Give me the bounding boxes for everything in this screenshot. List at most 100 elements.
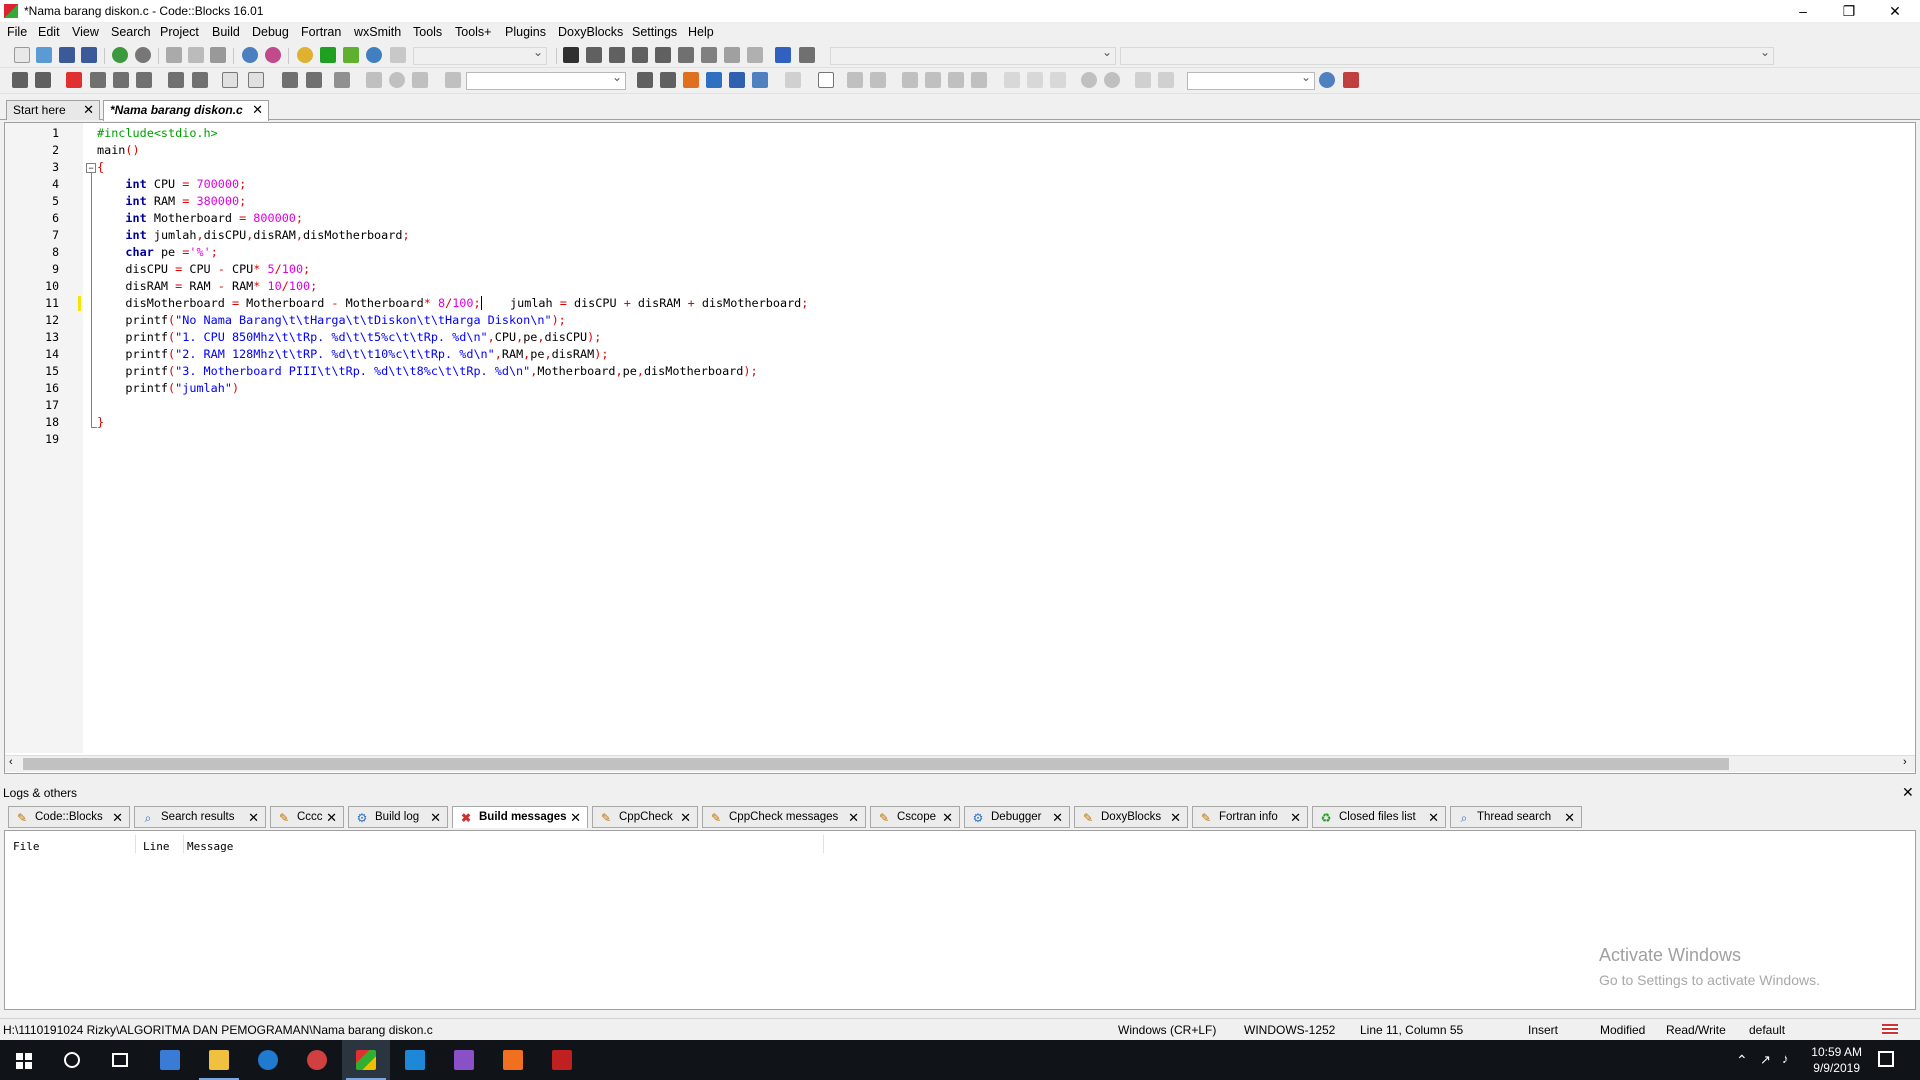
frame-icon[interactable] xyxy=(818,72,834,88)
code-completion-function-select[interactable] xyxy=(1120,45,1774,65)
volume-icon[interactable]: ♪ xyxy=(1782,1051,1789,1066)
build-target-select[interactable] xyxy=(413,45,547,65)
tab-codeblocks-log[interactable]: ✎ Code::Blocks ✕ xyxy=(8,806,130,828)
close-tab-icon[interactable]: ✕ xyxy=(1428,810,1439,826)
network-icon[interactable]: ↗ xyxy=(1760,1052,1771,1068)
app-taskbar-button[interactable] xyxy=(293,1040,341,1080)
tab-build-log[interactable]: ⚙ Build log ✕ xyxy=(348,806,448,828)
vscode-taskbar-button[interactable] xyxy=(391,1040,439,1080)
step-instruction-icon[interactable] xyxy=(701,47,717,63)
style-c-icon[interactable] xyxy=(1158,72,1174,88)
column-divider[interactable] xyxy=(135,835,136,853)
regex-icon[interactable] xyxy=(752,72,768,88)
copy-icon[interactable] xyxy=(188,47,204,63)
tab-nama-barang-diskon[interactable]: *Nama barang diskon.c ✕ xyxy=(103,100,269,121)
close-tab-icon[interactable]: ✕ xyxy=(1290,810,1301,826)
tab-cccc[interactable]: ✎ Cccc ✕ xyxy=(270,806,344,828)
close-tab-icon[interactable]: ✕ xyxy=(570,810,581,826)
menu-settings[interactable]: Settings xyxy=(632,25,677,39)
undo-icon[interactable] xyxy=(112,47,128,63)
run-to-cursor-icon[interactable] xyxy=(586,47,602,63)
close-logs-icon[interactable]: ✕ xyxy=(1902,784,1914,801)
column-header-message[interactable]: Message xyxy=(187,840,233,853)
open-file-icon[interactable] xyxy=(36,47,52,63)
codeblocks-taskbar-button[interactable] xyxy=(342,1040,390,1080)
zoom-out-icon[interactable] xyxy=(1104,72,1120,88)
menu-debug[interactable]: Debug xyxy=(252,25,289,39)
menu-wxsmith[interactable]: wxSmith xyxy=(354,25,401,39)
match-case-icon[interactable] xyxy=(729,72,745,88)
menu-build[interactable]: Build xyxy=(212,25,240,39)
image-icon[interactable] xyxy=(847,72,863,88)
tab-build-messages[interactable]: ✖ Build messages ✕ xyxy=(452,806,588,828)
close-tab-icon[interactable]: ✕ xyxy=(1170,810,1181,826)
close-tab-icon[interactable]: ✕ xyxy=(1564,810,1575,826)
code-completion-scope-select[interactable] xyxy=(830,45,1116,65)
restore-button[interactable]: ❐ xyxy=(1826,0,1872,22)
tab-closed-files-list[interactable]: ♻ Closed files list ✕ xyxy=(1312,806,1446,828)
close-tab-icon[interactable]: ✕ xyxy=(680,810,691,826)
layout-icon-2[interactable] xyxy=(925,72,941,88)
bookmark-toggle-icon[interactable] xyxy=(66,72,82,88)
xampp-taskbar-button[interactable] xyxy=(489,1040,537,1080)
layout-icon-4[interactable] xyxy=(971,72,987,88)
find-prev-icon[interactable] xyxy=(637,72,653,88)
toggle-comment-icon[interactable] xyxy=(282,72,298,88)
tab-start-here[interactable]: Start here ✕ xyxy=(6,100,100,120)
tab-fortran-info[interactable]: ✎ Fortran info ✕ xyxy=(1192,806,1308,828)
forward-arrow-icon[interactable] xyxy=(35,72,51,88)
scroll-right-icon[interactable]: › xyxy=(1903,756,1907,768)
close-button[interactable]: ✕ xyxy=(1872,0,1918,22)
rebuild-icon[interactable] xyxy=(366,47,382,63)
visual-studio-taskbar-button[interactable] xyxy=(440,1040,488,1080)
back-arrow-icon[interactable] xyxy=(12,72,28,88)
tab-search-results[interactable]: ⌕ Search results ✕ xyxy=(134,806,266,828)
close-tab-icon[interactable]: ✕ xyxy=(112,810,123,826)
debug-info-icon[interactable] xyxy=(799,47,815,63)
close-tab-icon[interactable]: ✕ xyxy=(848,810,859,826)
column-divider[interactable] xyxy=(823,835,824,853)
task-view-button[interactable] xyxy=(96,1040,144,1080)
debug-start-icon[interactable] xyxy=(563,47,579,63)
search-taskbar-button[interactable] xyxy=(48,1040,96,1080)
layout-icon-7[interactable] xyxy=(1050,72,1066,88)
select-occurrence-icon[interactable] xyxy=(706,72,722,88)
pointer-icon[interactable] xyxy=(785,72,801,88)
debug-windows-icon[interactable] xyxy=(775,47,791,63)
cut-icon[interactable] xyxy=(166,47,182,63)
close-tab-icon[interactable]: ✕ xyxy=(326,810,337,826)
run-icon[interactable] xyxy=(320,47,336,63)
close-tab-icon[interactable]: ✕ xyxy=(83,102,94,118)
new-file-icon[interactable] xyxy=(14,47,30,63)
layout-icon-3[interactable] xyxy=(948,72,964,88)
scroll-left-icon[interactable]: ‹ xyxy=(9,756,13,768)
taskbar-clock[interactable]: 10:59 AM 9/9/2019 xyxy=(1811,1044,1862,1076)
search-select[interactable] xyxy=(1187,70,1315,90)
wrench-icon[interactable] xyxy=(334,72,350,88)
style-s-icon[interactable] xyxy=(1135,72,1151,88)
notifications-icon[interactable] xyxy=(1878,1051,1894,1067)
next-instruction-icon[interactable] xyxy=(678,47,694,63)
column-divider[interactable] xyxy=(183,835,184,853)
menu-view[interactable]: View xyxy=(72,25,99,39)
start-button[interactable] xyxy=(0,1040,48,1080)
text-icon[interactable] xyxy=(870,72,886,88)
clear-icon[interactable] xyxy=(445,72,461,88)
minimize-button[interactable]: – xyxy=(1780,0,1826,22)
tab-cscope[interactable]: ✎ Cscope ✕ xyxy=(870,806,960,828)
tab-doxyblocks[interactable]: ✎ DoxyBlocks ✕ xyxy=(1074,806,1188,828)
stop-debug-icon[interactable] xyxy=(747,47,763,63)
save-icon[interactable] xyxy=(59,47,75,63)
stream-comment-icon[interactable] xyxy=(306,72,322,88)
find-next-icon[interactable] xyxy=(660,72,676,88)
horizontal-scrollbar[interactable]: ‹ › xyxy=(5,755,1915,772)
menu-doxyblocks[interactable]: DoxyBlocks xyxy=(558,25,623,39)
tab-cppcheck[interactable]: ✎ CppCheck ✕ xyxy=(592,806,698,828)
uncomment-icon[interactable] xyxy=(248,72,264,88)
replace-icon[interactable] xyxy=(265,47,281,63)
edge-taskbar-button[interactable] xyxy=(244,1040,292,1080)
highlight-icon[interactable] xyxy=(683,72,699,88)
us-flag-icon[interactable] xyxy=(1882,1024,1898,1035)
close-tab-icon[interactable]: ✕ xyxy=(430,810,441,826)
close-tab-icon[interactable]: ✕ xyxy=(1052,810,1063,826)
